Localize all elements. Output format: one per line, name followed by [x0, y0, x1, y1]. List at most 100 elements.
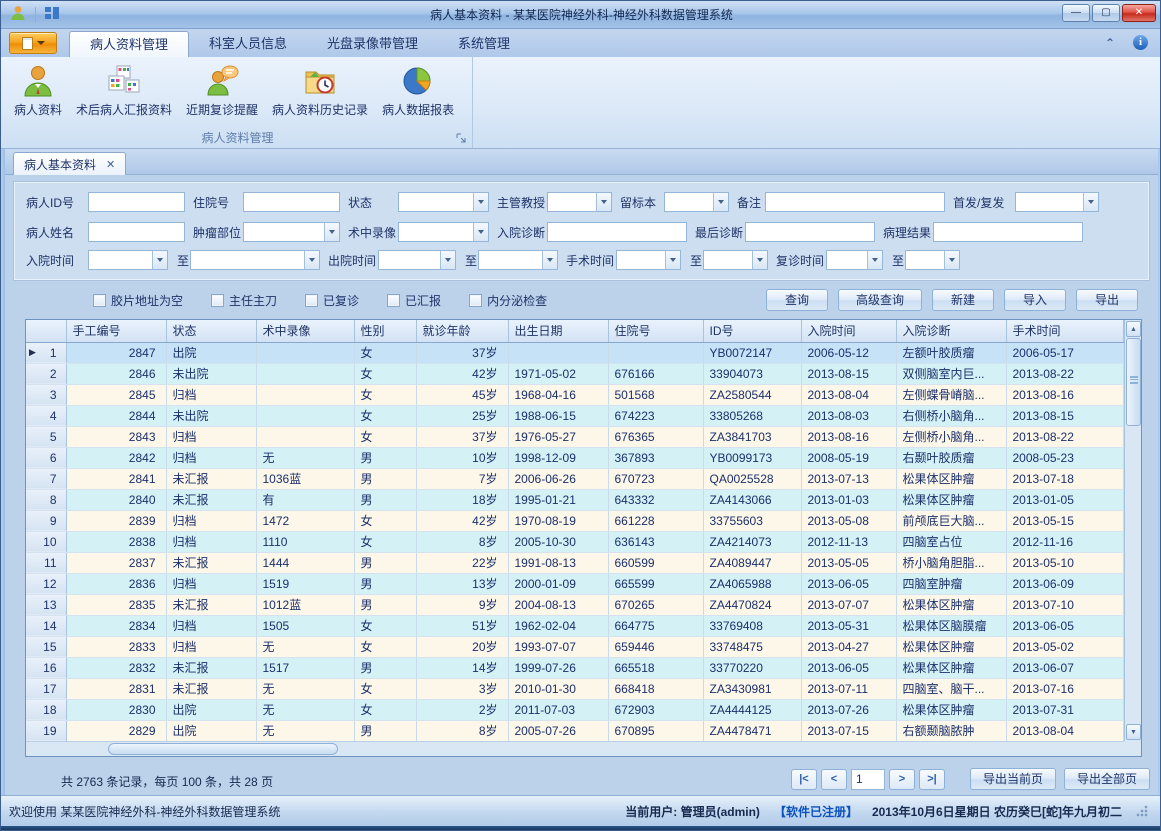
cell[interactable]: 2013-06-05: [801, 573, 896, 594]
cell[interactable]: 2832: [66, 657, 166, 678]
registration-status-link[interactable]: 【软件已注册】: [774, 803, 858, 820]
cell[interactable]: 2847: [66, 342, 166, 363]
cell[interactable]: 无: [256, 447, 354, 468]
cell[interactable]: 归档: [166, 615, 256, 636]
cell[interactable]: ZA2580544: [703, 384, 801, 405]
row-indicator[interactable]: 8: [26, 489, 66, 510]
cell[interactable]: 2013-05-05: [801, 552, 896, 573]
cell[interactable]: 女: [354, 405, 416, 426]
cell[interactable]: [256, 384, 354, 405]
table-row[interactable]: 102838归档1110女8岁2005-10-30636143ZA4214073…: [26, 531, 1124, 552]
table-row[interactable]: 122836归档1519男13岁2000-01-09665599ZA406598…: [26, 573, 1124, 594]
endocrine-exam-checkbox[interactable]: [469, 294, 482, 307]
cell[interactable]: 14岁: [416, 657, 508, 678]
cell[interactable]: 2013-01-05: [1006, 489, 1124, 510]
cell[interactable]: 四脑室、脑干...: [896, 678, 1006, 699]
cell[interactable]: 松果体区脑膜瘤: [896, 615, 1006, 636]
cell[interactable]: 2006-06-26: [508, 468, 608, 489]
cell[interactable]: 松果体区肿瘤: [896, 489, 1006, 510]
first-page-button[interactable]: |<: [791, 769, 817, 790]
cell[interactable]: 右侧桥小脑角...: [896, 405, 1006, 426]
cell[interactable]: 归档: [166, 384, 256, 405]
cell[interactable]: 归档: [166, 573, 256, 594]
info-icon[interactable]: i: [1133, 35, 1148, 50]
remark-input[interactable]: [765, 192, 945, 212]
professor-combo[interactable]: [547, 192, 612, 212]
cell[interactable]: 2013-06-05: [1006, 615, 1124, 636]
cell[interactable]: ZA4478471: [703, 720, 801, 741]
cell[interactable]: 2839: [66, 510, 166, 531]
table-row[interactable]: 62842归档无男10岁1998-12-09367893YB0099173200…: [26, 447, 1124, 468]
cell[interactable]: 10岁: [416, 447, 508, 468]
cell[interactable]: 四脑室肿瘤: [896, 573, 1006, 594]
cell[interactable]: 1970-08-19: [508, 510, 608, 531]
cell[interactable]: 出院: [166, 720, 256, 741]
cell[interactable]: 松果体区肿瘤: [896, 657, 1006, 678]
cell[interactable]: 2013-06-07: [1006, 657, 1124, 678]
vertical-scroll-thumb[interactable]: [1126, 338, 1141, 426]
cell[interactable]: 2013-07-13: [801, 468, 896, 489]
row-indicator[interactable]: ▶1: [26, 342, 66, 363]
row-indicator[interactable]: 18: [26, 699, 66, 720]
cell[interactable]: 2006-05-12: [801, 342, 896, 363]
cell[interactable]: 2013-05-10: [1006, 552, 1124, 573]
row-indicator[interactable]: 17: [26, 678, 66, 699]
cell[interactable]: 33770220: [703, 657, 801, 678]
resize-grip[interactable]: [1136, 805, 1148, 817]
cell[interactable]: 松果体区肿瘤: [896, 699, 1006, 720]
cell[interactable]: 1998-12-09: [508, 447, 608, 468]
cell[interactable]: 2013-07-15: [801, 720, 896, 741]
cell[interactable]: 665518: [608, 657, 703, 678]
cell[interactable]: 20岁: [416, 636, 508, 657]
cell[interactable]: 367893: [608, 447, 703, 468]
advanced-query-button[interactable]: 高级查询: [838, 289, 922, 311]
reported-checkbox[interactable]: [387, 294, 400, 307]
cell[interactable]: 636143: [608, 531, 703, 552]
column-header[interactable]: 出生日期: [508, 320, 608, 342]
cell[interactable]: 2000-01-09: [508, 573, 608, 594]
cell[interactable]: ZA4444125: [703, 699, 801, 720]
cell[interactable]: 未汇报: [166, 678, 256, 699]
table-row[interactable]: 72841未汇报1036蓝男7岁2006-06-26670723QA002552…: [26, 468, 1124, 489]
chevron-down-icon[interactable]: [944, 251, 959, 269]
horizontal-scroll-thumb[interactable]: [108, 743, 338, 755]
table-row[interactable]: 92839归档1472女42岁1970-08-19661228337556032…: [26, 510, 1124, 531]
prev-page-button[interactable]: <: [821, 769, 847, 790]
cell[interactable]: [508, 342, 608, 363]
cell[interactable]: 松果体区肿瘤: [896, 468, 1006, 489]
chief-surgeon-checkbox[interactable]: [211, 294, 224, 307]
cell[interactable]: 无: [256, 678, 354, 699]
tab-patient-basic-data[interactable]: 病人基本资料 ✕: [13, 152, 126, 175]
cell[interactable]: 9岁: [416, 594, 508, 615]
cell[interactable]: 未汇报: [166, 594, 256, 615]
cell[interactable]: 男: [354, 594, 416, 615]
cell[interactable]: 3岁: [416, 678, 508, 699]
cell[interactable]: 1036蓝: [256, 468, 354, 489]
recurrence-combo[interactable]: [1015, 192, 1099, 212]
cell[interactable]: 2008-05-19: [801, 447, 896, 468]
query-button[interactable]: 查询: [766, 289, 828, 311]
scroll-down-icon[interactable]: ▼: [1126, 724, 1141, 740]
cell[interactable]: [256, 342, 354, 363]
admission-date-from-combo[interactable]: [88, 250, 168, 270]
cell[interactable]: 2013-08-04: [801, 384, 896, 405]
cell[interactable]: 2013-08-22: [1006, 363, 1124, 384]
row-indicator[interactable]: 11: [26, 552, 66, 573]
cell[interactable]: 42岁: [416, 510, 508, 531]
cell[interactable]: 未出院: [166, 405, 256, 426]
cell[interactable]: 18岁: [416, 489, 508, 510]
horizontal-scrollbar[interactable]: [26, 741, 1124, 756]
cell[interactable]: 25岁: [416, 405, 508, 426]
row-indicator[interactable]: 3: [26, 384, 66, 405]
cell[interactable]: 2012-11-13: [801, 531, 896, 552]
cell[interactable]: 8岁: [416, 720, 508, 741]
row-indicator[interactable]: 12: [26, 573, 66, 594]
cell[interactable]: 女: [354, 615, 416, 636]
collapse-ribbon-icon[interactable]: ⌃: [1105, 36, 1115, 50]
next-page-button[interactable]: >: [889, 769, 915, 790]
cell[interactable]: 男: [354, 447, 416, 468]
cell[interactable]: 2006-05-17: [1006, 342, 1124, 363]
maximize-button[interactable]: ▢: [1092, 4, 1120, 22]
cell[interactable]: 2013-05-31: [801, 615, 896, 636]
cell[interactable]: 归档: [166, 426, 256, 447]
